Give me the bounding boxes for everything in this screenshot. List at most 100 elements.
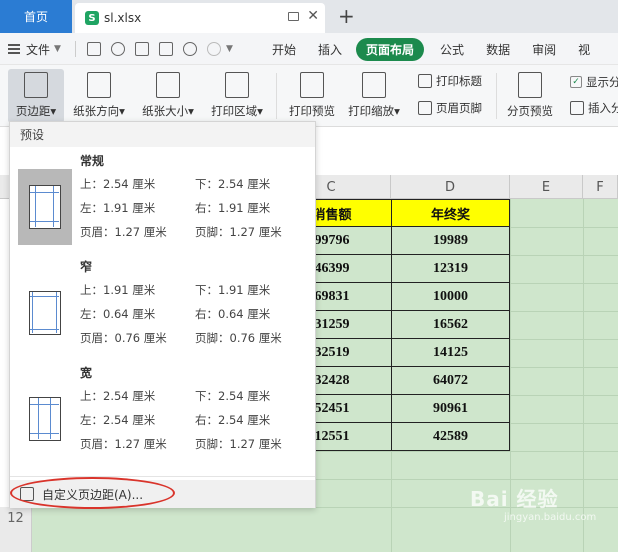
redo-icon[interactable] <box>206 42 221 56</box>
customize-toolbar-icon[interactable]: ▼ <box>226 44 233 54</box>
orientation-icon <box>87 72 111 98</box>
tab-home[interactable]: 首页 <box>0 0 72 33</box>
orientation-button[interactable]: 纸张方向▾ <box>68 69 130 119</box>
margin-preset-narrow[interactable]: 窄 上：1.91 厘米 下：1.91 厘米 左：0.64 厘米 右：0.64 厘… <box>10 255 315 359</box>
print-preview-icon <box>300 72 324 98</box>
page-break-preview-button[interactable]: 分页预览 <box>504 69 556 119</box>
page-break-preview-icon <box>518 72 542 98</box>
table-cell[interactable]: 16562 <box>391 311 510 339</box>
spreadsheet-logo-icon: S <box>85 11 99 25</box>
margins-button[interactable]: 页边距▾ <box>8 69 64 123</box>
divider <box>10 476 315 477</box>
table-cell[interactable]: 64072 <box>391 367 510 395</box>
menu-page-layout[interactable]: 页面布局 <box>356 37 425 61</box>
margin-preset-wide[interactable]: 宽 上：2.54 厘米 下：2.54 厘米 左：2.54 厘米 右：2.54 厘… <box>10 361 315 465</box>
preset-left: 左：0.64 厘米 <box>80 307 156 321</box>
print-preview-label: 打印预览 <box>289 104 335 118</box>
table-cell[interactable]: 42589 <box>391 423 510 451</box>
print-titles-icon <box>418 74 432 88</box>
preset-right: 右：1.91 厘米 <box>195 201 271 215</box>
table-cell[interactable]: 10000 <box>391 283 510 311</box>
close-tab-icon[interactable]: ✕ <box>307 8 319 24</box>
orientation-label: 纸张方向▾ <box>73 104 125 118</box>
file-menu[interactable]: 文件 <box>26 41 50 58</box>
print-scale-button[interactable]: 打印缩放▾ <box>344 69 404 119</box>
column-header-e[interactable]: E <box>510 175 583 199</box>
print-area-label: 打印区域▾ <box>211 104 263 118</box>
preset-footer: 页脚：0.76 厘米 <box>195 331 282 345</box>
preset-top: 上：2.54 厘米 <box>80 177 156 191</box>
row-header-12[interactable]: 12 <box>0 507 32 552</box>
table-cell[interactable]: 90961 <box>391 395 510 423</box>
header-cell-bonus[interactable]: 年终奖 <box>391 199 510 227</box>
menu-formulas[interactable]: 公式 <box>440 41 464 58</box>
highlight-annotation <box>10 477 175 509</box>
table-cell[interactable]: 14125 <box>391 339 510 367</box>
undo-icon[interactable] <box>182 42 197 56</box>
preset-left: 左：2.54 厘米 <box>80 413 156 427</box>
print-area-button[interactable]: 打印区域▾ <box>206 69 268 119</box>
baidu-watermark: Bai 经验 jingyan.baidu.com <box>470 483 610 525</box>
menu-home[interactable]: 开始 <box>272 41 296 58</box>
ribbon-toolbar: 页边距▾ 纸张方向▾ 纸张大小▾ 打印区域▾ 打印预览 打印缩放▾ 打印标题 页… <box>0 65 618 127</box>
show-breaks-label: 显示分 <box>586 75 618 89</box>
new-tab-icon[interactable]: + <box>338 4 355 28</box>
preset-name: 宽 <box>80 366 93 380</box>
print-titles-label: 打印标题 <box>436 74 482 88</box>
menu-review[interactable]: 审阅 <box>532 41 556 58</box>
chevron-down-icon[interactable]: ▼ <box>54 44 61 54</box>
column-header-f[interactable]: F <box>583 175 618 199</box>
divider <box>74 41 76 57</box>
print-preview-button[interactable]: 打印预览 <box>284 69 340 119</box>
window-mode-icon[interactable] <box>288 12 299 21</box>
column-header-d[interactable]: D <box>391 175 510 199</box>
document-filename: sl.xlsx <box>104 11 142 25</box>
save-icon[interactable] <box>86 42 101 56</box>
preset-top: 上：1.91 厘米 <box>80 283 156 297</box>
print-area-icon <box>225 72 249 98</box>
insert-break-icon <box>570 101 584 115</box>
preset-thumbnail <box>18 169 72 245</box>
margin-preset-normal[interactable]: 常规 上：2.54 厘米 下：2.54 厘米 左：1.91 厘米 右：1.91 … <box>10 149 315 253</box>
print-scale-icon <box>362 72 386 98</box>
page-margin-normal-icon <box>29 185 61 229</box>
print-preview-icon[interactable] <box>158 42 173 56</box>
header-footer-icon <box>418 101 432 115</box>
preset-footer: 页脚：1.27 厘米 <box>195 437 282 451</box>
margins-icon <box>24 72 48 98</box>
print-scale-label: 打印缩放▾ <box>348 104 400 118</box>
preset-thumbnail <box>18 275 72 351</box>
preset-header: 页眉：0.76 厘米 <box>80 331 167 345</box>
watermark-logo: Bai 经验 <box>470 487 559 511</box>
print-titles-button[interactable]: 打印标题 <box>418 73 482 89</box>
menu-view[interactable]: 视 <box>578 41 590 58</box>
preset-footer: 页脚：1.27 厘米 <box>195 225 282 239</box>
preset-name: 常规 <box>80 154 105 168</box>
paper-size-label: 纸张大小▾ <box>142 104 194 118</box>
hamburger-icon[interactable] <box>8 44 20 54</box>
header-footer-button[interactable]: 页眉页脚 <box>418 100 482 116</box>
paper-size-button[interactable]: 纸张大小▾ <box>137 69 199 119</box>
tab-document[interactable]: S sl.xlsx ✕ <box>75 3 325 33</box>
show-breaks-checkbox[interactable]: ✓ 显示分 <box>570 74 618 90</box>
preset-header: 页眉：1.27 厘米 <box>80 437 167 451</box>
preset-header: 页眉：1.27 厘米 <box>80 225 167 239</box>
format-painter-icon[interactable] <box>110 42 125 56</box>
insert-break-button[interactable]: 插入分 <box>570 100 618 116</box>
table-cell[interactable]: 12319 <box>391 255 510 283</box>
preset-bottom: 下：1.91 厘米 <box>195 283 271 297</box>
print-icon[interactable] <box>134 42 149 56</box>
paper-size-icon <box>156 72 180 98</box>
preset-section-header: 预设 <box>10 122 315 147</box>
quick-access-toolbar: 文件 ▼ ▼ <box>8 33 241 65</box>
page-break-preview-label: 分页预览 <box>507 104 553 118</box>
watermark-url: jingyan.baidu.com <box>504 512 597 523</box>
main-menu: 开始 插入 页面布局 公式 数据 审阅 视 <box>272 33 612 65</box>
insert-break-label: 插入分 <box>588 101 618 115</box>
margins-dropdown-panel: 预设 常规 上：2.54 厘米 下：2.54 厘米 左：1.91 厘米 右：1.… <box>9 121 316 508</box>
menu-insert[interactable]: 插入 <box>318 41 342 58</box>
preset-thumbnail <box>18 381 72 457</box>
menu-data[interactable]: 数据 <box>486 41 510 58</box>
table-cell[interactable]: 19989 <box>391 227 510 255</box>
divider <box>276 73 277 119</box>
